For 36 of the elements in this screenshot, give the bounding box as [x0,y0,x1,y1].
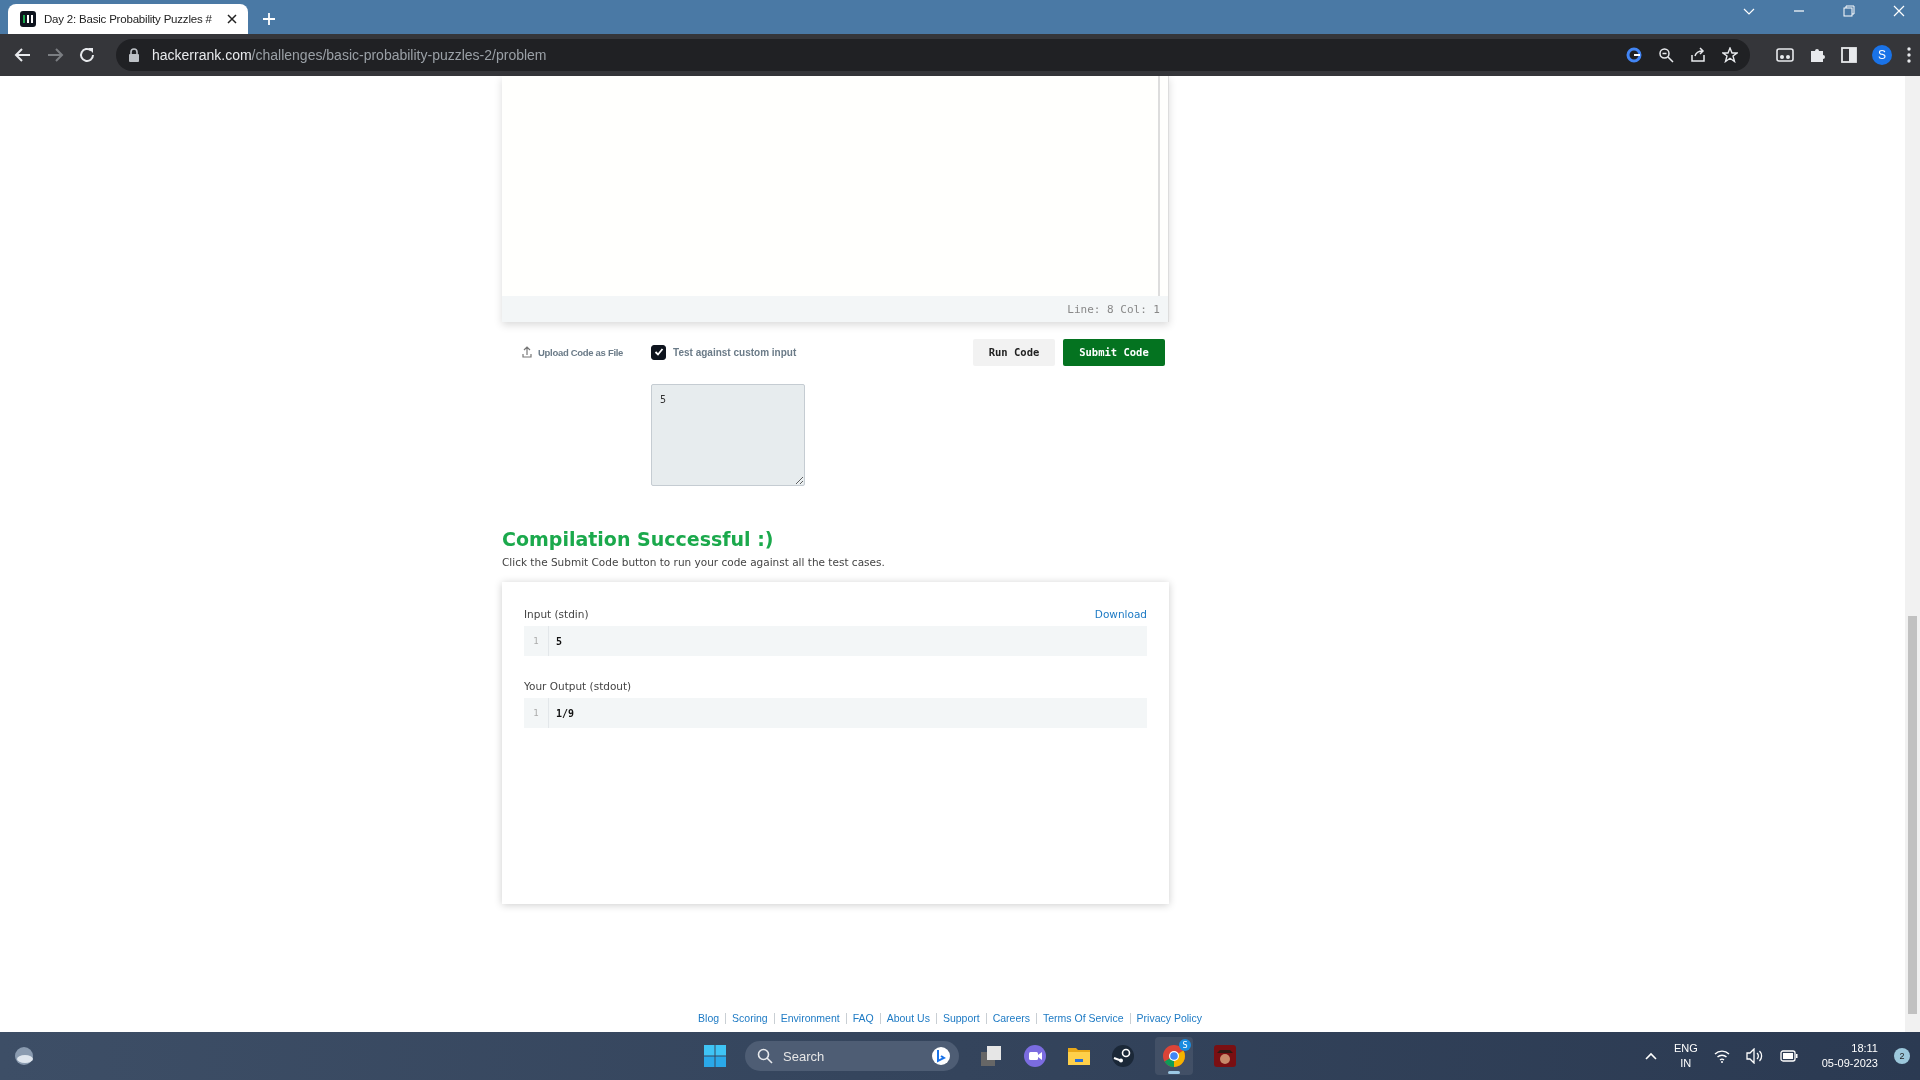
checkbox-label: Test against custom input [673,346,797,358]
submit-code-button[interactable]: Submit Code [1063,338,1165,366]
notification-badge[interactable]: 2 [1894,1048,1910,1064]
line-number: 1 [524,626,549,656]
upload-link[interactable]: Upload Code as File [522,346,624,358]
footer-link[interactable]: FAQ [852,1012,874,1024]
cursor-position: Line: 8 Col: 1 [1067,302,1160,316]
footer-link[interactable]: Terms Of Service [1043,1012,1124,1024]
download-link[interactable]: Download [1094,608,1147,620]
url-text: hackerrank.com/challenges/basic-probability-puzzles-2/problem [152,47,547,63]
code-editor[interactable]: Line: 8 Col: 1 [502,76,1169,322]
section-label: Input (stdin) [524,608,589,620]
line-number: 1 [524,698,549,728]
result-message: Click the Submit Code button to run your code against all the test cases. [502,556,886,568]
footer-link[interactable]: Scoring [732,1012,768,1024]
code-line: 5 [555,635,563,647]
result-title: Compilation Successful :) [502,528,775,550]
taskbar-search[interactable]: Search [745,1041,959,1071]
footer-link[interactable]: Support [942,1012,980,1024]
address-bar[interactable]: hackerrank.com/challenges/basic-probability-puzzles-2/problem [116,39,1750,71]
profile-badge: S [1179,1039,1191,1051]
footer-link[interactable]: Blog [698,1012,720,1024]
clock[interactable]: 18:11 05-09-2023 [1821,1041,1878,1071]
footer-link[interactable]: Careers [992,1012,1031,1024]
language-indicator[interactable]: ENG IN [1673,1041,1698,1071]
footer-link[interactable]: Privacy Policy [1136,1012,1202,1024]
custom-input-field[interactable]: 5 [651,384,805,486]
code-line: 1/9 [555,707,575,719]
footer-link[interactable]: Environment [780,1012,840,1024]
section-label: Your Output (stdout) [524,680,632,692]
chrome-taskbar-button[interactable]: S [1155,1037,1193,1075]
footer-link[interactable]: About Us [886,1012,930,1024]
run-code-button[interactable]: Run Code [973,338,1055,366]
profile-avatar[interactable]: S [1872,45,1892,65]
browser-tab[interactable]: Day 2: Basic Probability Puzzles # [8,4,248,34]
tab-title: Day 2: Basic Probability Puzzles # [44,13,213,25]
